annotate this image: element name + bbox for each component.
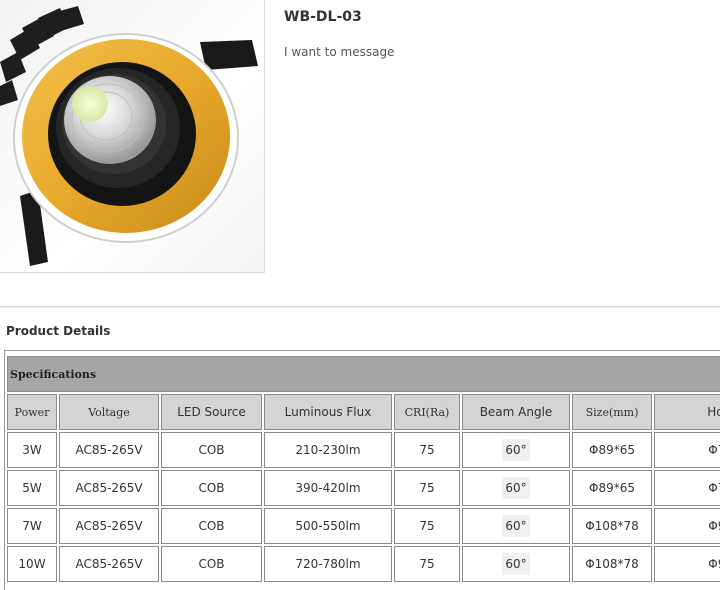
cell-voltage: AC85-265V [59,470,159,506]
cell-voltage: AC85-265V [59,432,159,468]
cell-led-source: COB [161,508,262,544]
product-details-heading: Product Details [6,324,111,338]
cell-cri: 75 [394,470,460,506]
table-row: 7W AC85-265V COB 500-550lm 75 60° Φ108*7… [7,508,720,544]
table-header-row: Power Voltage LED Source Luminous Flux C… [7,394,720,430]
cell-hole-size: Φ75m [654,470,720,506]
cell-power: 7W [7,508,57,544]
downlight-photo [0,6,258,266]
table-row: 10W AC85-265V COB 720-780lm 75 60° Φ108*… [7,546,720,582]
product-title: WB-DL-03 [284,9,362,25]
cell-voltage: AC85-265V [59,508,159,544]
cell-beam-angle: 60° [462,470,570,506]
cell-voltage: AC85-265V [59,546,159,582]
beam-angle-value: 60° [502,553,530,575]
cell-led-source: COB [161,470,262,506]
cell-led-source: COB [161,432,262,468]
cell-cri: 75 [394,508,460,544]
beam-angle-value: 60° [502,439,530,461]
cell-cri: 75 [394,546,460,582]
cell-beam-angle: 60° [462,508,570,544]
specifications-table-wrapper: Specifications Power Voltage LED Source … [4,350,720,590]
header-hole-size: Hole S [654,394,720,430]
cell-led-source: COB [161,546,262,582]
header-power: Power [7,394,57,430]
cell-luminous-flux: 390-420lm [264,470,392,506]
beam-angle-value: 60° [502,477,530,499]
table-row: 3W AC85-265V COB 210-230lm 75 60° Φ89*65… [7,432,720,468]
beam-angle-value: 60° [502,515,530,537]
table-row: 5W AC85-265V COB 390-420lm 75 60° Φ89*65… [7,470,720,506]
cell-luminous-flux: 210-230lm [264,432,392,468]
header-luminous-flux: Luminous Flux [264,394,392,430]
table-title: Specifications [7,356,720,392]
cell-power: 3W [7,432,57,468]
cell-hole-size: Φ75m [654,432,720,468]
header-cri: CRI(Ra) [394,394,460,430]
cell-size: Φ108*78 [572,508,652,544]
cell-size: Φ108*78 [572,546,652,582]
specifications-table: Specifications Power Voltage LED Source … [5,354,720,584]
cell-beam-angle: 60° [462,432,570,468]
header-voltage: Voltage [59,394,159,430]
cell-beam-angle: 60° [462,546,570,582]
header-size: Size(mm) [572,394,652,430]
header-beam-angle: Beam Angle [462,394,570,430]
cell-cri: 75 [394,432,460,468]
header-led-source: LED Source [161,394,262,430]
section-divider [0,306,720,308]
table-title-row: Specifications [7,356,720,392]
cell-luminous-flux: 500-550lm [264,508,392,544]
cell-hole-size: Φ95m [654,546,720,582]
cell-size: Φ89*65 [572,470,652,506]
cell-hole-size: Φ95m [654,508,720,544]
cell-power: 5W [7,470,57,506]
message-link[interactable]: I want to message [284,45,394,59]
cell-size: Φ89*65 [572,432,652,468]
cell-luminous-flux: 720-780lm [264,546,392,582]
cell-power: 10W [7,546,57,582]
product-image [0,0,265,273]
